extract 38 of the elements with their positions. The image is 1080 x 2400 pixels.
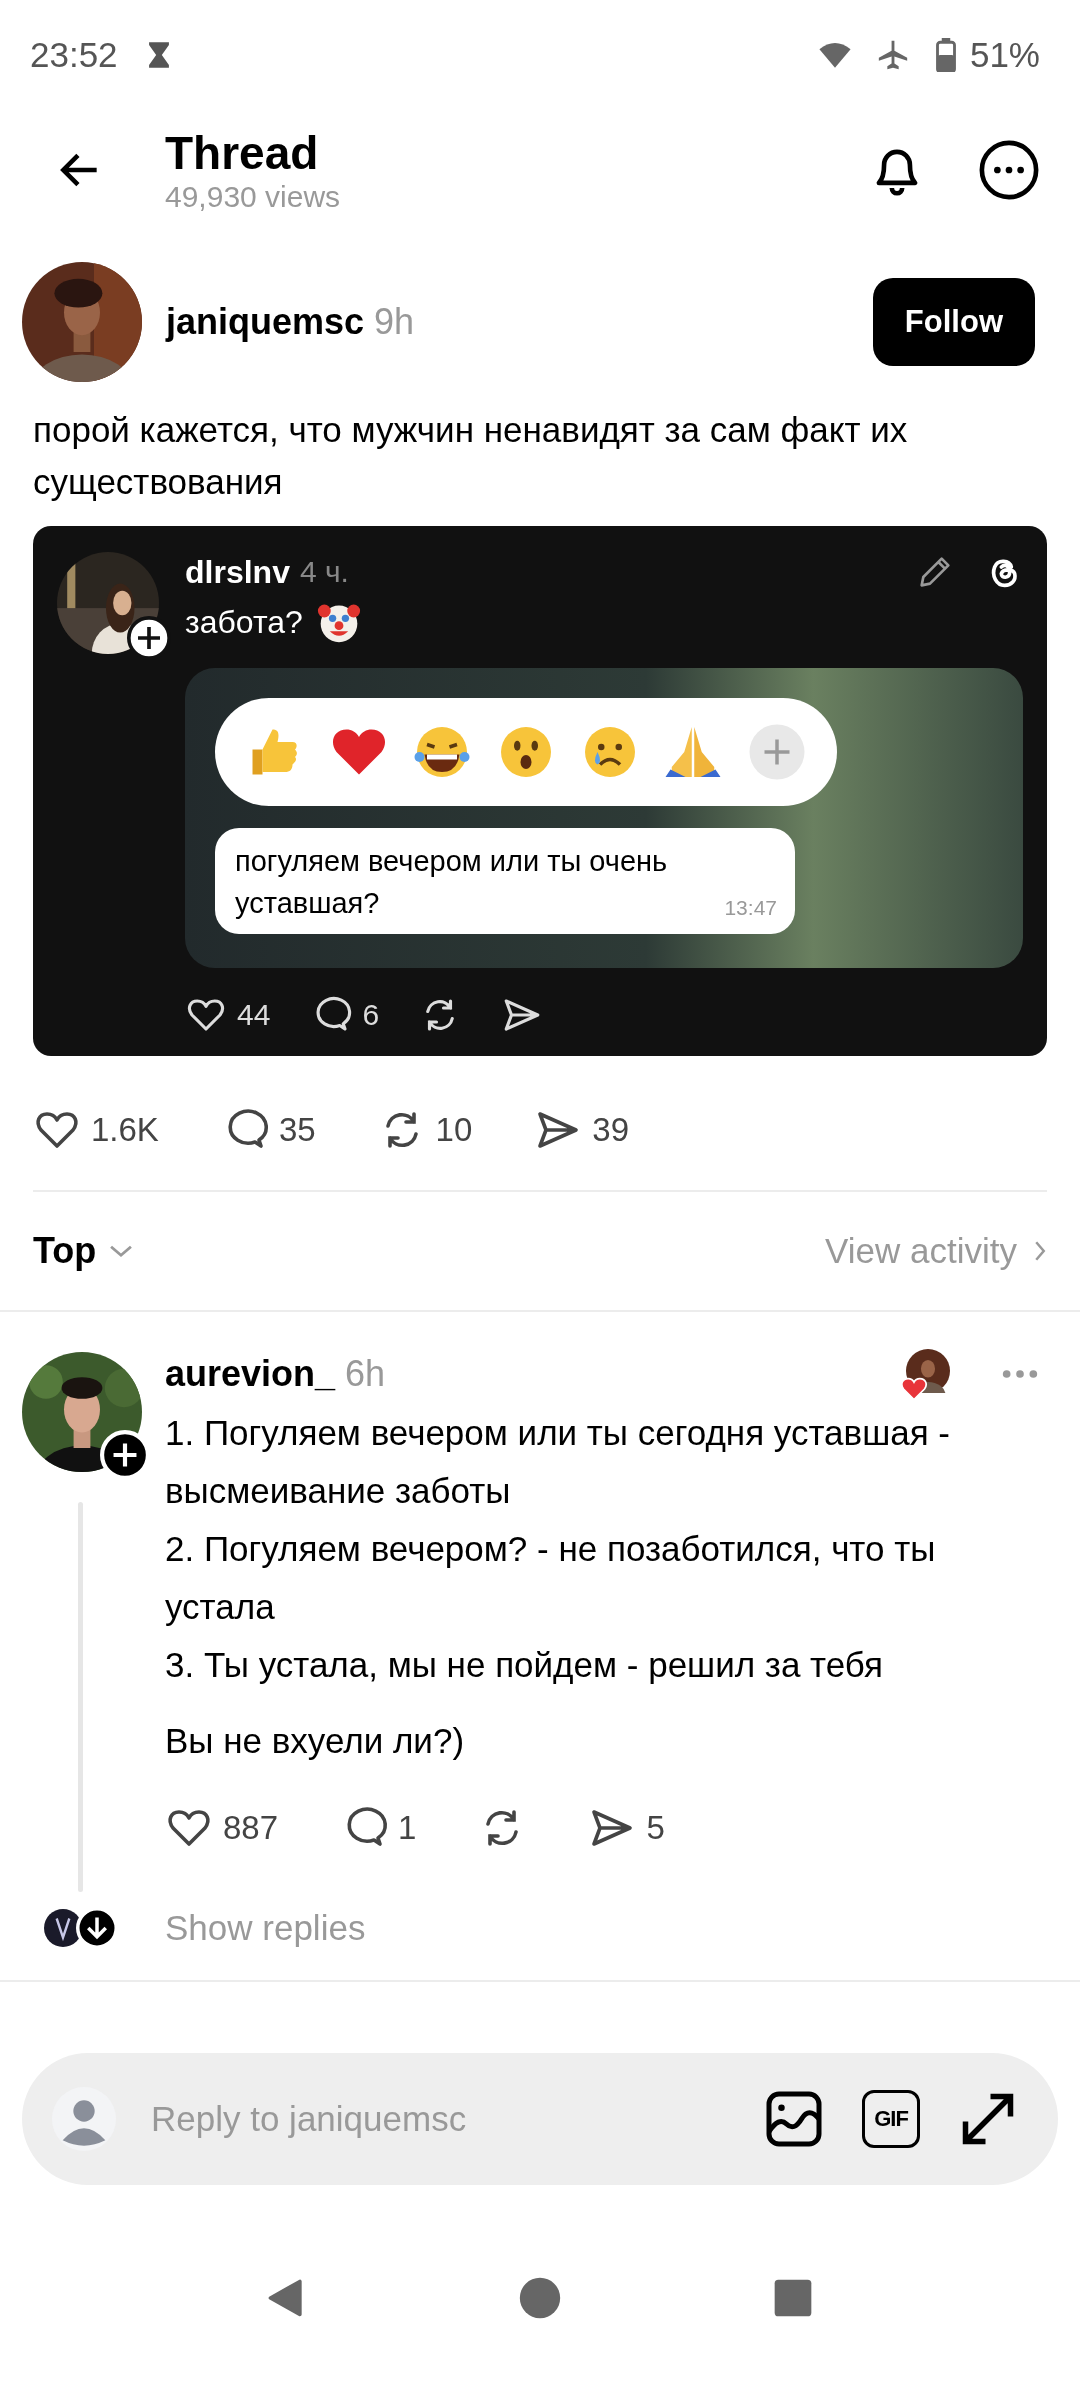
message-time: 13:47: [724, 896, 777, 920]
gif-button[interactable]: GIF: [862, 2090, 920, 2148]
stat-count: 10: [435, 1111, 473, 1149]
quoted-text: забота?: [185, 603, 303, 641]
comment-text: 1. Погуляем вечером или ты сегодня уставшая - высмеивание заботы: [165, 1412, 951, 1512]
stat-count: 1.6K: [91, 1111, 159, 1149]
comment-text: 2. Погуляем вечером? - не позаботился, что ты устала: [165, 1528, 937, 1628]
liked-by-author-icon: [900, 1349, 950, 1399]
follow-button[interactable]: Follow: [872, 278, 1035, 366]
username[interactable]: janiquemsc: [166, 301, 365, 343]
stat-count: 35: [278, 1111, 316, 1149]
comment-text: 3. Ты устала, мы не пойдем - решил за тебя: [165, 1644, 885, 1686]
stat-count: 5: [646, 1809, 665, 1847]
follow-plus-icon[interactable]: [127, 616, 171, 660]
user-avatar-icon: [52, 2087, 116, 2151]
stat-count: 887: [223, 1809, 279, 1847]
stat-count: 1: [398, 1809, 417, 1847]
status-time: 23:52: [30, 35, 118, 75]
username[interactable]: aurevion_: [165, 1353, 336, 1395]
stat-count: 6: [362, 998, 380, 1032]
username: dlrslnv: [185, 553, 290, 591]
post-text: порой кажется, что мужчин ненавидят за сам факт их существования: [33, 409, 909, 503]
view-count: 49,930 views: [165, 180, 342, 214]
battery-icon: [935, 38, 956, 72]
home-nav-icon[interactable]: [518, 2275, 562, 2320]
reply-field[interactable]: Reply to janiquemsc GIF: [22, 2053, 1058, 2185]
sort-dropdown[interactable]: Top: [33, 1230, 97, 1272]
more-options-icon[interactable]: [978, 139, 1040, 201]
image-icon[interactable]: [764, 2089, 824, 2149]
message-text: погуляем вечером или ты очень уставшая?: [235, 844, 669, 921]
comment-time: 6h: [345, 1353, 386, 1395]
stat-count: 44: [237, 998, 271, 1032]
post-time: 4 ч.: [299, 555, 349, 589]
comment-text: Вы не вхуели ли?): [165, 1720, 466, 1762]
page-title: Thread: [165, 126, 320, 180]
stat-count: 39: [592, 1111, 630, 1149]
post-time: 9h: [374, 301, 415, 343]
battery-level: 51%: [969, 35, 1040, 75]
